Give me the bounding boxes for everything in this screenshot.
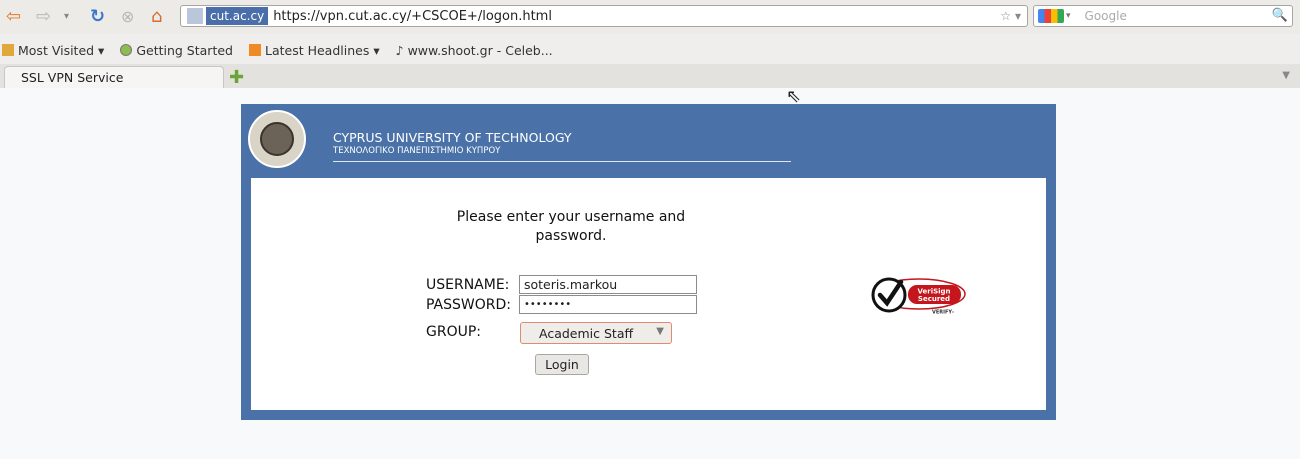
- university-subtitle: ΤΕΧΝΟΛΟΓΙΚΟ ΠΑΝΕΠΙΣΤΗΜΙΟ ΚΥΠΡΟΥ: [333, 146, 501, 156]
- verisign-seal-icon[interactable]: VeriSign Secured VERIFY›: [871, 274, 967, 316]
- stop-icon[interactable]: ⊗: [121, 4, 134, 28]
- bookmark-getting-started[interactable]: Getting Started: [118, 43, 233, 58]
- group-select[interactable]: Academic Staff ▼: [520, 322, 672, 344]
- forward-arrow-icon[interactable]: ⇨: [36, 4, 51, 28]
- bookmark-most-visited[interactable]: Most Visited ▾: [0, 43, 104, 58]
- reload-icon[interactable]: ↻: [90, 4, 105, 28]
- login-prompt: Please enter your username and password.: [456, 209, 686, 244]
- home-icon[interactable]: ⌂: [151, 4, 162, 28]
- tab-ssl-vpn[interactable]: SSL VPN Service: [4, 66, 224, 88]
- music-note-icon: ♪: [395, 42, 404, 58]
- firefox-page-icon: [120, 44, 133, 56]
- tab-strip: SSL VPN Service ✚ ▼: [0, 64, 1300, 88]
- search-magnifier-icon[interactable]: 🔍: [1272, 8, 1288, 23]
- university-emblem-icon: [248, 110, 306, 168]
- username-label: USERNAME:: [426, 277, 510, 293]
- bookmarks-toolbar: Most Visited ▾ Getting Started Latest He…: [0, 38, 1300, 62]
- back-arrow-icon[interactable]: ⇦: [6, 4, 21, 28]
- login-button[interactable]: Login: [535, 354, 589, 375]
- verisign-line2: Secured: [918, 295, 950, 303]
- university-title: CYPRUS UNIVERSITY OF TECHNOLOGY: [333, 130, 572, 145]
- group-selected-value: Academic Staff: [539, 325, 634, 341]
- bookmark-star-icon[interactable]: ☆ ▾: [1000, 9, 1021, 23]
- login-panel: Please enter your username and password.…: [251, 178, 1046, 410]
- header-divider: [333, 161, 791, 162]
- verisign-verify: VERIFY›: [932, 310, 954, 316]
- bookmark-label: www.shoot.gr - Celeb...: [407, 42, 553, 58]
- group-label: GROUP:: [426, 324, 482, 340]
- url-bar[interactable]: cut.ac.cy https://vpn.cut.ac.cy/+CSCOE+/…: [180, 5, 1028, 27]
- bookmark-label: Most Visited ▾: [18, 42, 105, 58]
- navigation-toolbar: ⇦ ⇨ ▾ ↻ ⊗ ⌂ cut.ac.cy https://vpn.cut.ac…: [0, 0, 1300, 34]
- bookmark-latest-headlines[interactable]: Latest Headlines ▾: [247, 43, 380, 58]
- engine-dropdown-icon[interactable]: ▾: [1066, 11, 1071, 21]
- tab-title: SSL VPN Service: [21, 70, 124, 85]
- chevron-down-icon: ▼: [656, 326, 664, 337]
- search-placeholder: Google: [1084, 9, 1127, 23]
- url-text[interactable]: https://vpn.cut.ac.cy/+CSCOE+/logon.html: [273, 9, 552, 24]
- password-label: PASSWORD:: [426, 297, 511, 313]
- page-content: CYPRUS UNIVERSITY OF TECHNOLOGY ΤΕΧΝΟΛΟΓ…: [0, 88, 1300, 459]
- username-input[interactable]: [519, 275, 697, 294]
- bookmark-label: Getting Started: [136, 42, 233, 58]
- history-dropdown-icon[interactable]: ▾: [64, 4, 69, 28]
- site-identity-badge[interactable]: cut.ac.cy: [206, 7, 269, 25]
- search-bar[interactable]: ▾ Google 🔍: [1033, 5, 1293, 27]
- bookmark-shoot-gr[interactable]: ♪ www.shoot.gr - Celeb...: [394, 43, 553, 58]
- emblem-portrait: [260, 122, 294, 156]
- login-card: CYPRUS UNIVERSITY OF TECHNOLOGY ΤΕΧΝΟΛΟΓ…: [241, 104, 1056, 420]
- list-tabs-icon[interactable]: ▼: [1282, 70, 1290, 81]
- rss-feed-icon: [248, 44, 261, 56]
- password-input[interactable]: [519, 295, 697, 314]
- mouse-pointer-icon: ⇖: [786, 86, 802, 107]
- folder-icon: [2, 44, 14, 56]
- google-engine-icon[interactable]: [1038, 9, 1064, 23]
- site-favicon-icon: [187, 8, 203, 24]
- new-tab-plus-icon[interactable]: ✚: [229, 67, 244, 88]
- bookmark-label: Latest Headlines ▾: [264, 42, 380, 58]
